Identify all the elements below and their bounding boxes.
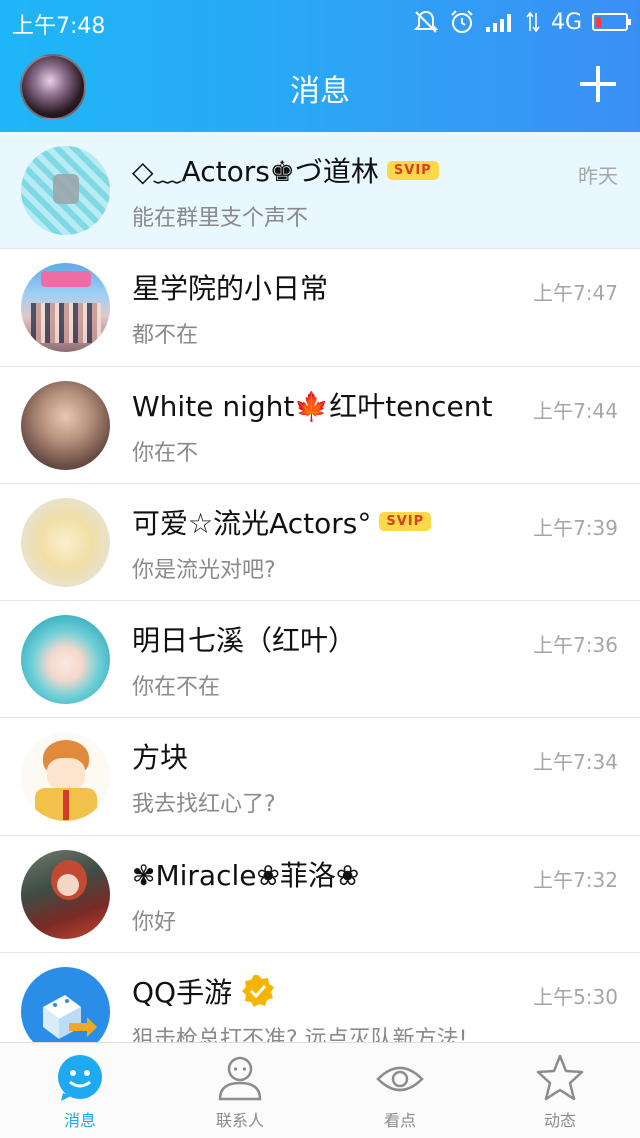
last-message: 你在不在	[132, 675, 221, 701]
contact-name: White night🍁红叶tencent	[132, 389, 493, 423]
conversation-row[interactable]: White night🍁红叶tencent 你在不 上午7:44	[0, 366, 640, 484]
tab-contacts[interactable]: 联系人	[160, 1043, 320, 1138]
name-line: White night🍁红叶tencent	[132, 385, 520, 425]
title-bar: 消息	[0, 44, 640, 132]
tab-label: 联系人	[215, 1111, 264, 1130]
signal-icon	[485, 14, 511, 32]
avatar[interactable]	[21, 146, 110, 235]
last-message: 我去找红心了?	[132, 792, 276, 818]
contact-name: ◇﹏Actors♚づ道林	[132, 155, 379, 188]
conversation-row[interactable]: 可爱☆流光Actors° SVIP 你是流光对吧? 上午7:39	[0, 483, 640, 602]
tab-messages[interactable]: 消息	[0, 1043, 160, 1138]
alarm-icon	[451, 10, 473, 33]
name-line: ◇﹏Actors♚づ道林 SVIP	[132, 150, 520, 190]
avatar[interactable]	[21, 615, 110, 705]
qq-games-logo-icon	[43, 995, 97, 1040]
name-line: ✾Miracle❀菲洛❀	[132, 854, 520, 894]
data-transfer-icon	[526, 11, 540, 33]
tab-kandian[interactable]: 看点	[320, 1043, 480, 1138]
status-bar: 上午7:48 4G	[0, 0, 640, 44]
message-time: 上午5:30	[533, 985, 618, 1010]
name-line: 明日七溪（红叶）	[132, 619, 520, 659]
contact-name: ✾Miracle❀菲洛❀	[132, 858, 360, 892]
message-time: 上午7:36	[533, 633, 618, 658]
contact-name: QQ手游	[132, 976, 233, 1010]
contact-name: 明日七溪（红叶）	[132, 624, 357, 658]
tab-label: 动态	[543, 1111, 576, 1130]
status-icons: 4G	[413, 6, 632, 38]
eye-icon	[376, 1066, 424, 1092]
conversation-row[interactable]: ✾Miracle❀菲洛❀ 你好 上午7:32	[0, 835, 640, 954]
svip-badge: SVIP	[379, 512, 432, 532]
add-plus-button[interactable]	[578, 64, 618, 104]
last-message: 都不在	[132, 323, 199, 349]
avatar[interactable]	[21, 732, 110, 822]
contacts-icon	[218, 1056, 262, 1101]
last-message: 你在不	[132, 440, 199, 466]
conversation-row[interactable]: QQ手游 狙击枪总打不准? 远点灭队新方法! 上午5:30	[0, 953, 640, 1042]
message-time: 上午7:32	[533, 867, 618, 892]
message-time: 昨天	[578, 164, 618, 188]
conversation-row[interactable]: 方块 我去找红心了? 上午7:34	[0, 718, 640, 836]
page-title: 消息	[290, 74, 350, 109]
tab-label: 消息	[63, 1111, 96, 1130]
status-time: 上午7:48	[12, 14, 106, 39]
message-time: 上午7:47	[533, 281, 618, 306]
last-message: 能在群里支个声不	[132, 206, 309, 231]
conversation-row[interactable]: 明日七溪（红叶） 你在不在 上午7:36	[0, 601, 640, 719]
bell-muted-icon	[413, 10, 439, 33]
bottom-tab-bar: 消息 联系人 看点 动态	[0, 1042, 640, 1138]
contact-name: 星学院的小日常	[132, 272, 329, 306]
top-header: 上午7:48 4G 消息	[0, 0, 640, 132]
message-time: 上午7:34	[533, 750, 618, 775]
message-time: 上午7:44	[533, 398, 618, 423]
avatar[interactable]	[21, 967, 110, 1042]
network-type: 4G	[550, 9, 582, 35]
avatar[interactable]	[21, 263, 110, 353]
battery-icon	[592, 13, 631, 31]
conversation-row[interactable]: ◇﹏Actors♚づ道林 SVIP 能在群里支个声不 昨天	[0, 132, 640, 250]
contact-name: 可爱☆流光Actors°	[132, 506, 372, 540]
tab-dynamics[interactable]: 动态	[480, 1043, 640, 1138]
conversation-row[interactable]: 星学院的小日常 都不在 上午7:47	[0, 249, 640, 367]
last-message: 你是流光对吧?	[132, 557, 276, 583]
name-line: 方块	[132, 736, 520, 776]
name-line: QQ手游	[132, 971, 520, 1011]
avatar[interactable]	[21, 380, 110, 470]
svip-badge: SVIP	[386, 160, 439, 180]
name-line: 星学院的小日常	[132, 267, 520, 307]
name-line: 可爱☆流光Actors° SVIP	[132, 502, 520, 542]
avatar[interactable]	[21, 849, 110, 939]
tab-label: 看点	[383, 1111, 416, 1130]
contact-name: 方块	[132, 741, 189, 775]
last-message: 你好	[132, 909, 177, 935]
star-icon	[536, 1054, 584, 1101]
avatar[interactable]	[21, 497, 110, 587]
message-time: 上午7:39	[533, 515, 618, 540]
last-message: 狙击枪总打不准? 远点灭队新方法!	[132, 1027, 468, 1042]
conversation-list[interactable]: ◇﹏Actors♚づ道林 SVIP 能在群里支个声不 昨天 星学院的小日常 都不…	[0, 132, 640, 1042]
verified-badge-icon	[242, 975, 275, 1008]
chat-bubble-icon	[58, 1055, 102, 1101]
